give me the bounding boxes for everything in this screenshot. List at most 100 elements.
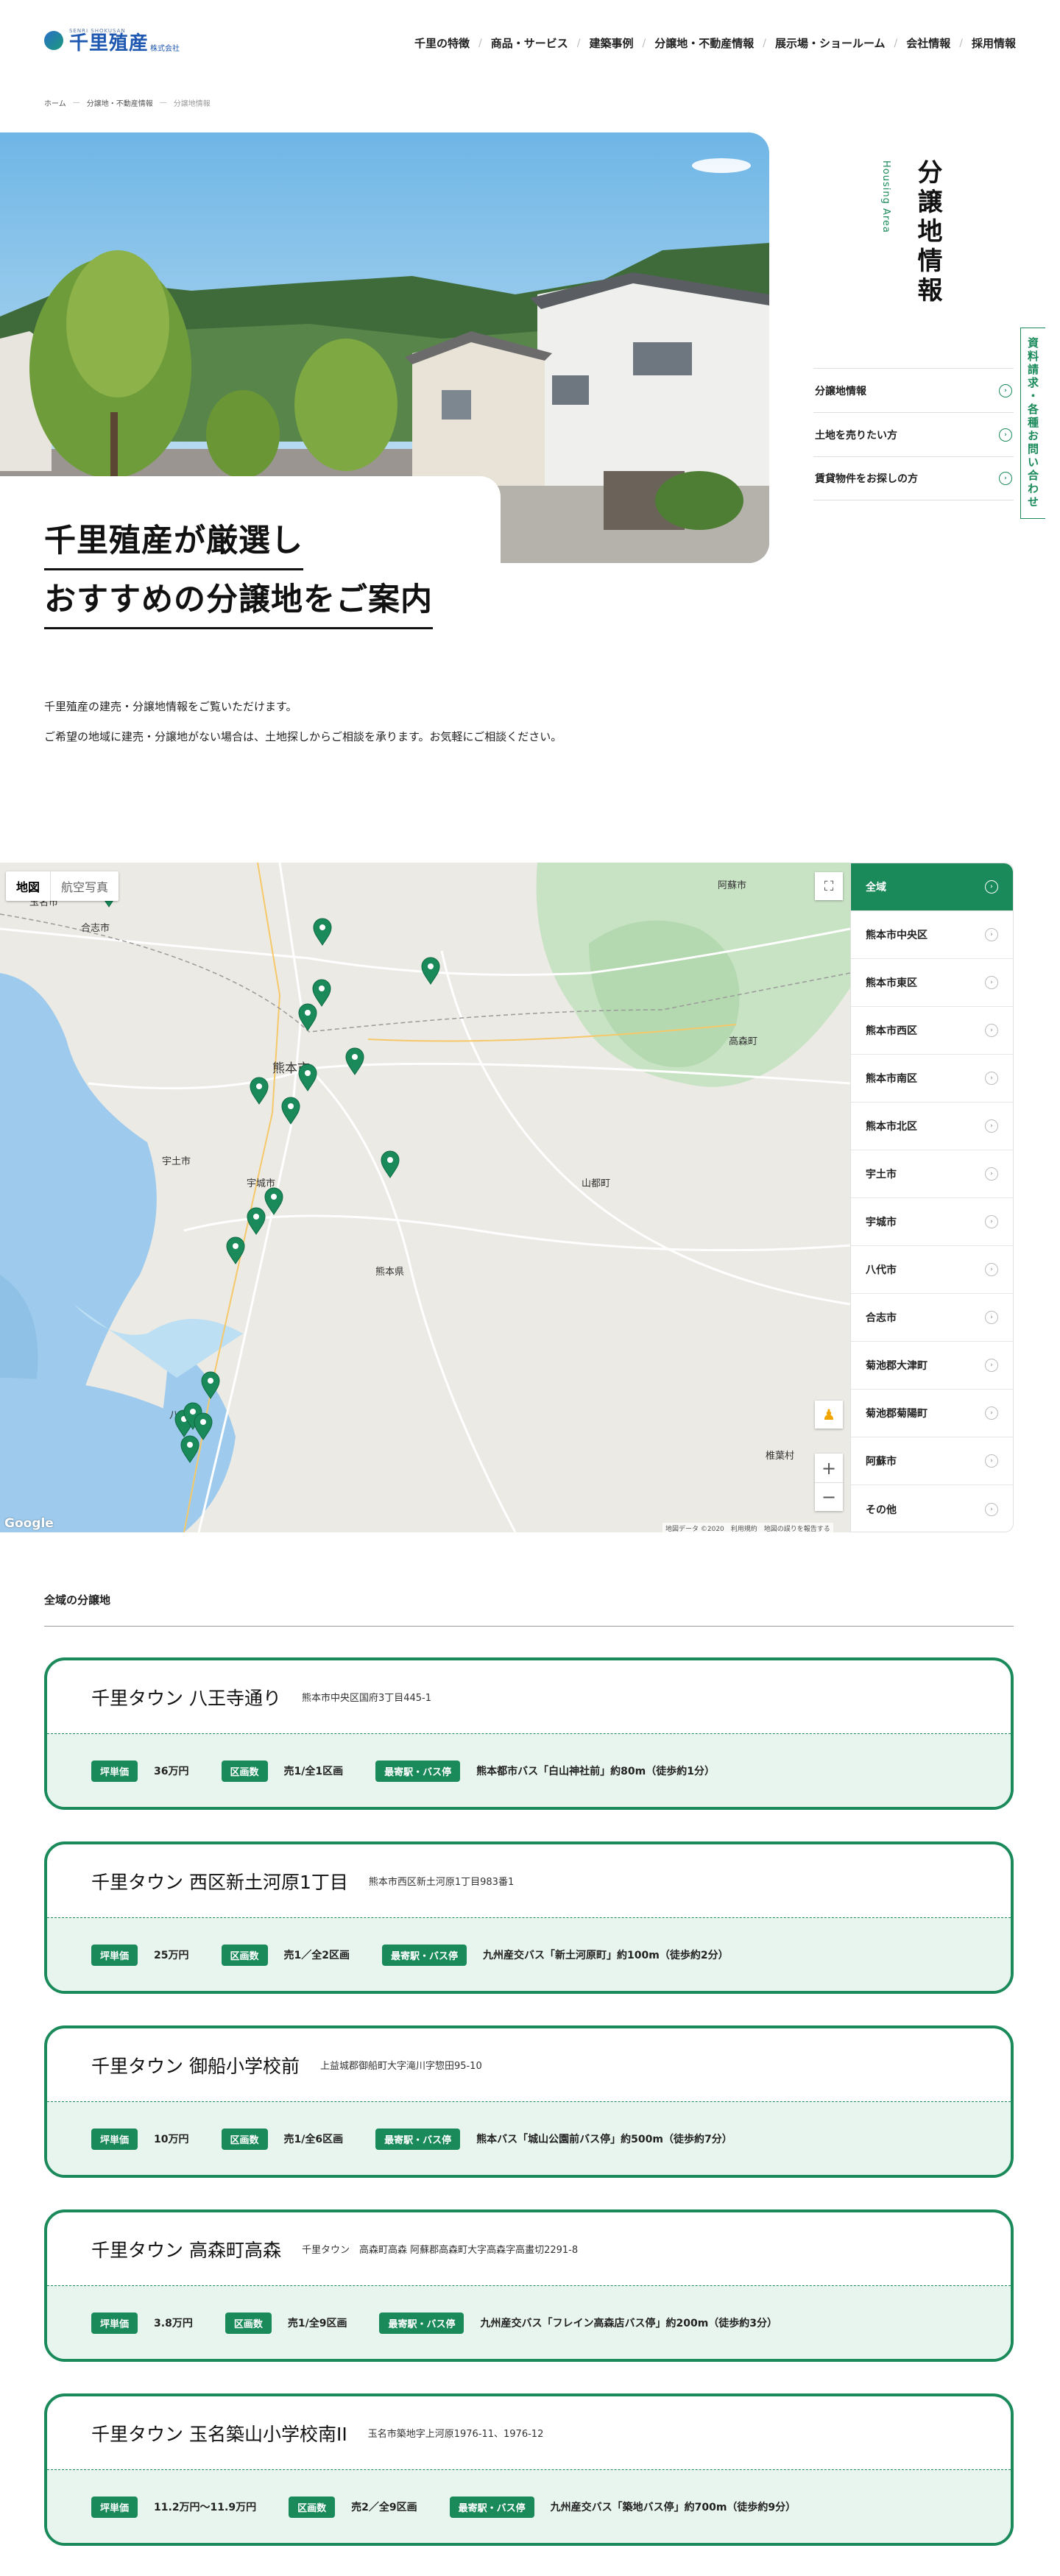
- contact-side-tab[interactable]: 資料請求・各種お問い合わせ: [1020, 328, 1045, 519]
- area-filter-label: 熊本市東区: [866, 977, 917, 989]
- price-tag: 坪単価: [91, 1944, 138, 1966]
- map[interactable]: 玉名市合志市阿蘇市熊本市宇土市宇城市熊本県八代市山都町椎葉村高森町 地図 航空写…: [0, 863, 850, 1532]
- logo-mark-icon: [44, 31, 63, 50]
- area-filter-item[interactable]: 八代市 ›: [851, 1246, 1013, 1294]
- listing-card-header: 千里タウン 玉名築山小学校南II 玉名市築地字上河原1976-11、1976-1…: [47, 2396, 1011, 2470]
- listing-name: 千里タウン 御船小学校前: [91, 2055, 300, 2077]
- chevron-right-icon: ›: [985, 928, 998, 941]
- area-filter-item[interactable]: 合志市 ›: [851, 1294, 1013, 1342]
- listing-lots: 売1/全6区画: [283, 2134, 344, 2145]
- nav-real-estate[interactable]: 分譲地・不動産情報: [654, 35, 754, 51]
- listing-card-details: 坪単価 10万円 区画数 売1/全6区画 最寄駅・バス停 熊本バス「城山公園前バ…: [47, 2102, 1011, 2175]
- page-title: 分譲地情報: [913, 159, 942, 306]
- site-logo[interactable]: SENRI SHOKUSAN 千里殖産 株式会社: [44, 28, 180, 53]
- hero-title-line1: 千里殖産が厳選し: [44, 515, 303, 570]
- logo-name: 千里殖産: [69, 32, 149, 54]
- station-tag: 最寄駅・バス停: [375, 2128, 461, 2150]
- sub-menu-rental[interactable]: 賃貸物件をお探しの方 ›: [813, 456, 1014, 500]
- listing-name: 千里タウン 西区新土河原1丁目: [91, 1871, 348, 1893]
- chevron-right-icon: ›: [999, 383, 1012, 397]
- chevron-right-icon: ›: [985, 1406, 998, 1420]
- listing-station: 九州産交バス「フレイン高森店バス停」約200m（徒歩約3分）: [480, 2318, 778, 2329]
- sub-menu-sell-land[interactable]: 土地を売りたい方 ›: [813, 412, 1014, 456]
- listing-card[interactable]: 千里タウン 高森町高森 千里タウン 高森町高森 阿蘇郡高森町大字高森字高畫切22…: [44, 2209, 1014, 2362]
- area-filter-item[interactable]: その他 ›: [851, 1485, 1013, 1532]
- listing-card[interactable]: 千里タウン 西区新土河原1丁目 熊本市西区新土河原1丁目983番1 坪単価 25…: [44, 1841, 1014, 1994]
- logo-sub: 株式会社: [150, 45, 180, 53]
- chevron-right-icon: ›: [985, 1263, 998, 1276]
- listing-station: 熊本都市バス「白山神社前」約80m（徒歩約1分）: [476, 1766, 715, 1777]
- chevron-right-icon: ›: [985, 1215, 998, 1228]
- nav-recruit[interactable]: 採用情報: [972, 35, 1016, 51]
- listing-card[interactable]: 千里タウン 玉名築山小学校南II 玉名市築地字上河原1976-11、1976-1…: [44, 2393, 1014, 2546]
- listing-price: 10万円: [154, 2134, 189, 2145]
- area-filter-item[interactable]: 熊本市東区 ›: [851, 959, 1013, 1007]
- chevron-right-icon: ›: [985, 1502, 998, 1516]
- area-filter-item[interactable]: 全域 ›: [851, 863, 1013, 911]
- listing-card-details: 坪単価 25万円 区画数 売1／全2区画 最寄駅・バス停 九州産交バス「新土河原…: [47, 1918, 1011, 1991]
- chevron-right-icon: ›: [999, 472, 1012, 485]
- listing-card-header: 千里タウン 八王寺通り 熊本市中央区国府3丁目445-1: [47, 1660, 1011, 1734]
- station-tag: 最寄駅・バス停: [382, 1944, 467, 1966]
- zoom-out-icon[interactable]: −: [815, 1482, 843, 1511]
- zoom-in-icon[interactable]: +: [815, 1454, 843, 1482]
- chevron-right-icon: ›: [985, 880, 998, 894]
- nav-showroom[interactable]: 展示場・ショールーム: [775, 35, 886, 51]
- listing-station: 熊本バス「城山公園前バス停」約500m（徒歩約7分）: [476, 2134, 732, 2145]
- chevron-right-icon: ›: [999, 428, 1012, 442]
- area-filter-item[interactable]: 熊本市中央区 ›: [851, 911, 1013, 959]
- listing-card-header: 千里タウン 高森町高森 千里タウン 高森町高森 阿蘇郡高森町大字高森字高畫切22…: [47, 2212, 1011, 2286]
- listing-card[interactable]: 千里タウン 八王寺通り 熊本市中央区国府3丁目445-1 坪単価 36万円 区画…: [44, 1657, 1014, 1810]
- sub-menu-housing-area[interactable]: 分譲地情報 ›: [813, 368, 1014, 412]
- area-filter-label: 宇城市: [866, 1217, 897, 1228]
- price-tag: 坪単価: [91, 2128, 138, 2150]
- area-filter-item[interactable]: 宇土市 ›: [851, 1150, 1013, 1198]
- map-place-label: 高森町: [729, 1036, 757, 1047]
- listing-lots: 売1／全2区画: [283, 1950, 350, 1961]
- nav-features[interactable]: 千里の特徴: [414, 35, 470, 51]
- listing-name: 千里タウン 玉名築山小学校南II: [91, 2423, 347, 2445]
- nav-products[interactable]: 商品・サービス: [491, 35, 568, 51]
- intro-line1: 千里殖産の建売・分譲地情報をご覧いただけます。: [44, 700, 297, 713]
- listing-card-details: 坪単価 3.8万円 区画数 売1/全9区画 最寄駅・バス停 九州産交バス「フレイ…: [47, 2286, 1011, 2359]
- listing-card[interactable]: 千里タウン 御船小学校前 上益城郡御船町大字滝川字惣田95-10 坪単価 10万…: [44, 2025, 1014, 2178]
- breadcrumb-current: 分譲地情報: [173, 100, 211, 108]
- lots-tag: 区画数: [221, 1944, 268, 1966]
- price-tag: 坪単価: [91, 2496, 138, 2518]
- breadcrumb-real-estate[interactable]: 分譲地・不動産情報: [87, 97, 153, 108]
- listing-address: 上益城郡御船町大字滝川字惣田95-10: [319, 2061, 482, 2072]
- map-type-toggle: 地図 航空写真: [6, 871, 119, 901]
- area-filter-label: その他: [866, 1504, 897, 1516]
- listing-card-header: 千里タウン 西区新土河原1丁目 熊本市西区新土河原1丁目983番1: [47, 1844, 1011, 1918]
- area-filter-item[interactable]: 熊本市南区 ›: [851, 1055, 1013, 1103]
- global-nav: 千里の特徴 / 商品・サービス / 建築事例 / 分譲地・不動産情報 / 展示場…: [414, 35, 1016, 51]
- area-filter-label: 熊本市中央区: [866, 930, 928, 941]
- chevron-right-icon: ›: [985, 1119, 998, 1133]
- map-type-map[interactable]: 地図: [6, 871, 50, 901]
- listing-address: 熊本市西区新土河原1丁目983番1: [368, 1877, 515, 1888]
- area-filter-item[interactable]: 宇城市 ›: [851, 1198, 1013, 1246]
- street-view-pegman-icon[interactable]: ♟: [815, 1401, 843, 1429]
- chevron-right-icon: ›: [985, 1072, 998, 1085]
- map-type-satellite[interactable]: 航空写真: [50, 871, 119, 901]
- listing-address: 玉名市築地字上河原1976-11、1976-12: [367, 2429, 544, 2440]
- area-filter-item[interactable]: 熊本市北区 ›: [851, 1103, 1013, 1150]
- nav-company[interactable]: 会社情報: [906, 35, 950, 51]
- map-credit[interactable]: 地図データ ©2020 利用規約 地図の誤りを報告する: [662, 1523, 833, 1534]
- listing-price: 11.2万円〜11.9万円: [154, 2502, 257, 2513]
- area-filter-item[interactable]: 阿蘇市 ›: [851, 1437, 1013, 1485]
- area-filter-item[interactable]: 菊池郡大津町 ›: [851, 1342, 1013, 1390]
- nav-cases[interactable]: 建築事例: [590, 35, 634, 51]
- listing-price: 3.8万円: [154, 2318, 193, 2329]
- area-filter-label: 阿蘇市: [866, 1456, 897, 1468]
- fullscreen-icon[interactable]: ⛶: [815, 872, 843, 900]
- listing-card-details: 坪単価 36万円 区画数 売1/全1区画 最寄駅・バス停 熊本都市バス「白山神社…: [47, 1734, 1011, 1807]
- listing-price: 25万円: [154, 1950, 189, 1961]
- station-tag: 最寄駅・バス停: [375, 1760, 461, 1782]
- area-filter-item[interactable]: 菊池郡菊陽町 ›: [851, 1390, 1013, 1437]
- listing-card-header: 千里タウン 御船小学校前 上益城郡御船町大字滝川字惣田95-10: [47, 2028, 1011, 2102]
- area-filter-item[interactable]: 熊本市西区 ›: [851, 1007, 1013, 1055]
- listing-lots: 売2／全9区画: [351, 2502, 417, 2513]
- google-logo: Google: [4, 1516, 54, 1531]
- breadcrumb-home[interactable]: ホーム: [44, 97, 66, 108]
